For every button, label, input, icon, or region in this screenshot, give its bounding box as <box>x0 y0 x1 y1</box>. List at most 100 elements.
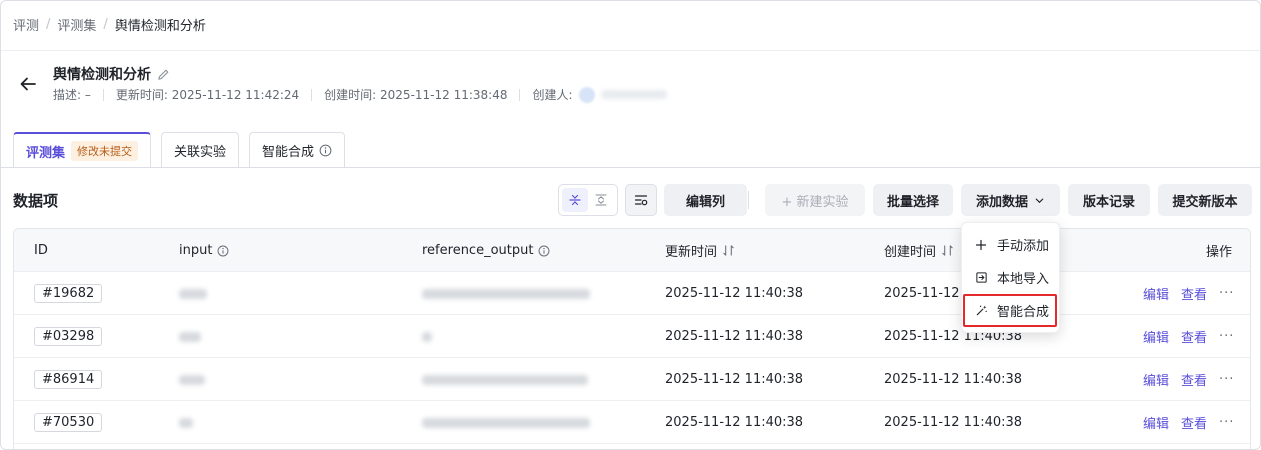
row-edit-link[interactable]: 编辑 <box>1143 413 1169 432</box>
row-view-link[interactable]: 查看 <box>1181 284 1207 303</box>
tab-related-experiments[interactable]: 关联实验 <box>161 132 240 168</box>
table-row[interactable]: #03298 2025-11-12 11:40:38 2025-11-12 11… <box>14 315 1250 358</box>
row-more-icon[interactable]: ··· <box>1219 415 1234 430</box>
magic-wand-icon <box>974 304 988 317</box>
expanded-density-button[interactable] <box>588 188 614 212</box>
menu-item-smart-synthesis[interactable]: 智能合成 <box>962 294 1059 327</box>
breadcrumb-item-eval[interactable]: 评测 <box>13 15 39 34</box>
import-icon <box>974 271 988 284</box>
table-row[interactable]: #19682 2025-11-12 11:40:38 2025-11-12 11… <box>14 272 1250 315</box>
breadcrumb-separator: / <box>46 16 51 32</box>
toolbar-divider <box>748 191 749 209</box>
breadcrumb-separator: / <box>103 16 108 32</box>
col-header-created[interactable]: 创建时间 <box>884 229 954 272</box>
input-redacted <box>179 331 201 342</box>
unsaved-badge: 修改未提交 <box>71 141 139 161</box>
sort-icon[interactable] <box>722 244 735 257</box>
menu-item-label: 本地导入 <box>997 272 1050 287</box>
created-time-cell: 2025-11-12 11:40:38 <box>884 372 1023 387</box>
page-title: 舆情检测和分析 <box>53 67 151 83</box>
app-frame: 评测 / 评测集 / 舆情检测和分析 舆情检测和分析 描述: – 更新时间: 2… <box>0 0 1261 450</box>
batch-select-button[interactable]: 批量选择 <box>873 184 953 216</box>
edit-title-button[interactable] <box>157 68 170 81</box>
menu-item-manual-add[interactable]: 手动添加 <box>962 228 1059 261</box>
row-edit-link[interactable]: 编辑 <box>1143 370 1169 389</box>
tab-label: 关联实验 <box>174 145 227 160</box>
meta-divider <box>102 88 104 101</box>
input-redacted <box>179 417 193 428</box>
edit-columns-button[interactable]: 编辑列 <box>664 184 747 216</box>
col-header-reference-output: reference_output <box>422 229 550 272</box>
col-header-label: reference_output <box>422 243 534 258</box>
arrow-left-icon <box>20 77 36 91</box>
breadcrumb-item-current: 舆情检测和分析 <box>114 18 206 34</box>
col-header-label: input <box>179 243 213 258</box>
tab-eval-set[interactable]: 评测集 修改未提交 <box>13 132 152 168</box>
meta-row: 描述: – 更新时间: 2025-11-12 11:42:24 创建时间: 20… <box>53 86 667 103</box>
row-view-link[interactable]: 查看 <box>1181 370 1207 389</box>
chevron-down-icon <box>1035 198 1044 203</box>
section-title: 数据项 <box>13 192 59 210</box>
back-button[interactable] <box>17 73 39 95</box>
meta-divider <box>311 88 313 101</box>
new-experiment-button[interactable]: + 新建实验 <box>765 184 865 216</box>
avatar <box>578 86 595 103</box>
menu-item-label: 手动添加 <box>997 239 1050 254</box>
updated-time-cell: 2025-11-12 11:40:38 <box>665 329 804 344</box>
row-more-icon[interactable]: ··· <box>1219 372 1234 387</box>
creator-label: 创建人: <box>532 88 573 102</box>
reference-output-redacted <box>422 417 590 428</box>
row-edit-link[interactable]: 编辑 <box>1143 284 1169 303</box>
col-header-label: 创建时间 <box>884 245 937 260</box>
sort-icon[interactable] <box>941 244 954 257</box>
table-header: ID input reference_output 更新时间 创建时间 操作 <box>14 229 1250 272</box>
menu-item-label: 智能合成 <box>997 305 1050 320</box>
col-header-label: 更新时间 <box>665 245 718 260</box>
row-density-toggle <box>558 184 618 216</box>
menu-item-local-import[interactable]: 本地导入 <box>962 261 1059 294</box>
row-view-link[interactable]: 查看 <box>1181 413 1207 432</box>
reference-output-redacted <box>422 331 432 342</box>
plus-icon <box>974 239 988 251</box>
col-header-actions: 操作 <box>1206 245 1233 260</box>
title-row: 舆情检测和分析 <box>53 64 170 84</box>
pencil-icon <box>158 69 169 80</box>
row-id-tag: #86914 <box>34 370 103 389</box>
created-time-text: 创建时间: 2025-11-12 11:38:48 <box>324 88 508 102</box>
row-more-icon[interactable]: ··· <box>1219 286 1234 301</box>
tab-label: 评测集 <box>26 145 66 161</box>
version-history-button[interactable]: 版本记录 <box>1068 184 1150 216</box>
data-table: ID input reference_output 更新时间 创建时间 操作 #… <box>13 228 1251 449</box>
created-time-cell: 2025-11-12 11:40:38 <box>884 415 1023 430</box>
expand-rows-icon <box>595 194 607 206</box>
col-header-updated[interactable]: 更新时间 <box>665 229 735 272</box>
info-icon <box>319 144 332 157</box>
table-row[interactable]: #86914 2025-11-12 11:40:38 2025-11-12 11… <box>14 358 1250 401</box>
creator-name-redacted <box>600 90 667 99</box>
breadcrumb: 评测 / 评测集 / 舆情检测和分析 <box>13 14 206 34</box>
updated-time-text: 更新时间: 2025-11-12 11:42:24 <box>115 88 300 102</box>
tab-divider <box>1 167 1260 168</box>
collapse-rows-icon <box>569 194 581 206</box>
row-id-tag: #70530 <box>34 413 103 432</box>
submit-version-button[interactable]: 提交新版本 <box>1158 184 1252 216</box>
add-data-label: 添加数据 <box>975 194 1028 210</box>
row-edit-link[interactable]: 编辑 <box>1143 327 1169 346</box>
meta-divider <box>519 88 521 101</box>
add-data-button[interactable]: 添加数据 <box>961 184 1060 216</box>
row-id-tag: #03298 <box>34 327 103 346</box>
table-row[interactable]: #70530 2025-11-12 11:40:38 2025-11-12 11… <box>14 401 1250 444</box>
input-redacted <box>179 374 205 385</box>
row-more-icon[interactable]: ··· <box>1219 329 1234 344</box>
col-header-id: ID <box>34 243 48 258</box>
compact-density-button[interactable] <box>562 188 588 212</box>
description-text: 描述: – <box>53 88 91 102</box>
column-filter-button[interactable] <box>625 184 657 216</box>
col-header-input: input <box>179 229 229 272</box>
header-divider <box>1 50 1260 51</box>
breadcrumb-item-eval-set[interactable]: 评测集 <box>57 15 96 34</box>
row-id-tag: #19682 <box>34 284 103 303</box>
tab-smart-synthesis[interactable]: 智能合成 <box>249 132 346 168</box>
row-view-link[interactable]: 查看 <box>1181 327 1207 346</box>
tab-bar: 评测集 修改未提交 关联实验 智能合成 <box>13 132 355 168</box>
